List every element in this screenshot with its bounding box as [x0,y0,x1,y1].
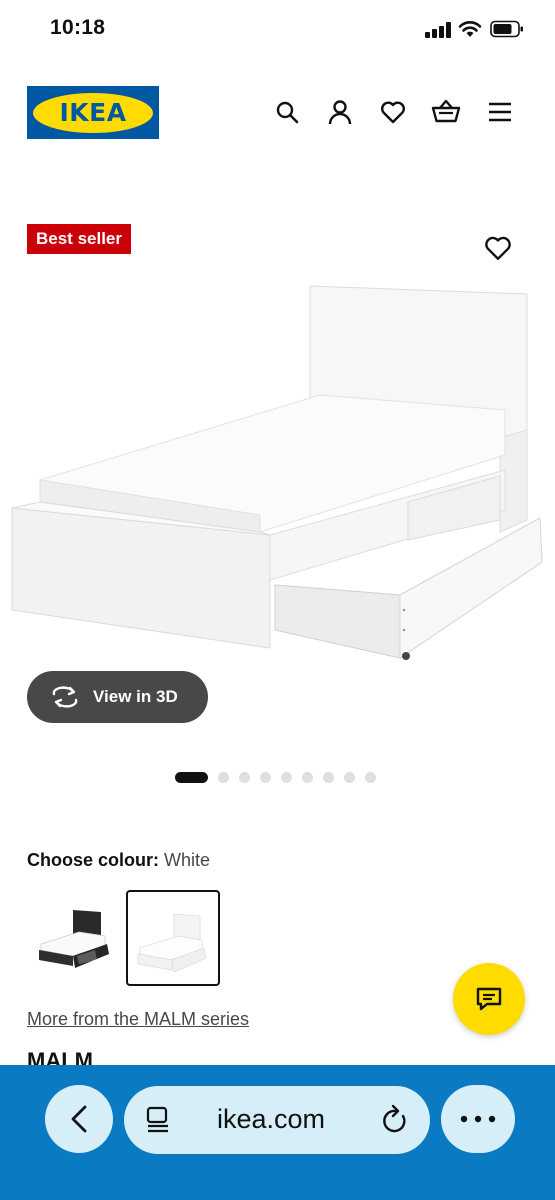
image-carousel-dots[interactable] [175,771,376,783]
carousel-dot[interactable] [175,771,208,783]
carousel-dot[interactable] [365,771,376,783]
colour-value: White [164,850,211,870]
product-image[interactable] [0,270,555,670]
status-time: 10:18 [50,16,106,39]
reload-icon[interactable] [380,1104,410,1136]
logo-text: IKEA [59,98,127,127]
favourite-heart-icon[interactable] [484,235,516,267]
carousel-dot[interactable] [323,771,334,783]
carousel-dot[interactable] [302,771,313,783]
more-from-series-link[interactable]: More from the MALM series [27,1009,249,1030]
account-icon[interactable] [324,96,356,128]
back-icon [71,1105,87,1133]
view-in-3d-label: View in 3D [93,687,178,706]
carousel-dot[interactable] [260,771,271,783]
view-in-3d-button[interactable]: View in 3D [27,671,208,723]
colour-swatch-white[interactable] [126,890,220,986]
logo-oval: IKEA [33,92,153,133]
rotate-3d-icon [52,686,78,708]
carousel-dot[interactable] [344,771,355,783]
chat-icon [476,987,502,1011]
carousel-dot[interactable] [281,771,292,783]
ikea-logo[interactable]: IKEA [27,86,159,139]
signal-icon [425,22,453,38]
address-bar[interactable]: ikea.com [124,1086,430,1154]
best-seller-badge: Best seller [27,224,131,254]
more-options-button[interactable] [441,1085,515,1153]
search-icon[interactable] [271,96,303,128]
colour-swatch-black-brown[interactable] [33,890,123,982]
carousel-dot[interactable] [239,771,250,783]
heart-icon[interactable] [377,96,409,128]
wifi-icon [458,20,482,38]
url-text: ikea.com [217,1104,326,1134]
tabs-icon [146,1106,168,1133]
cart-icon[interactable] [430,96,462,128]
menu-icon[interactable] [484,96,516,128]
battery-icon [490,20,524,38]
colour-label: Choose colour: [27,850,160,870]
choose-colour-heading: Choose colour: White [27,850,210,871]
carousel-dot[interactable] [218,771,229,783]
back-button[interactable] [45,1085,113,1153]
chat-button[interactable] [453,963,525,1035]
more-icon [460,1115,496,1123]
